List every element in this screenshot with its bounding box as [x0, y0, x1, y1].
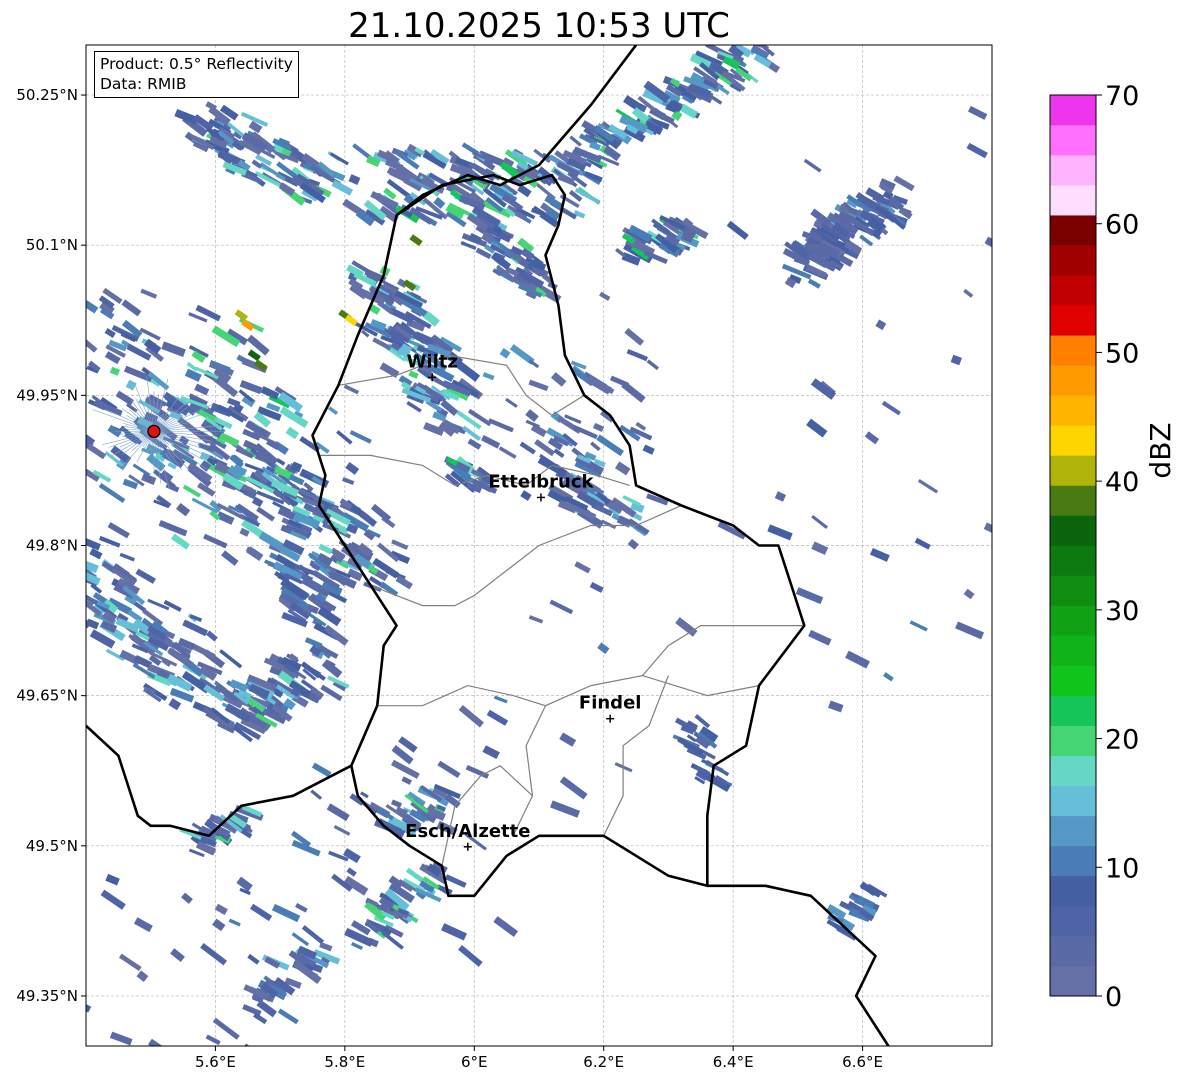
- colorbar-swatch: [1050, 95, 1096, 126]
- echo-cell: [53, 417, 76, 431]
- echo-cell: [60, 343, 86, 364]
- echo-cell: [31, 316, 44, 328]
- echo-cell: [79, 1046, 106, 1065]
- product-info-box: Product: 0.5° Reflectivity Data: RMIB: [94, 51, 299, 98]
- echo-cell: [86, 568, 87, 585]
- colorbar-swatch: [1050, 125, 1096, 156]
- colorbar-tick-label: 30: [1105, 596, 1139, 627]
- lat-tick-label: 49.8°N: [26, 537, 78, 555]
- echo-cell: [1005, 246, 1019, 259]
- colorbar-swatch: [1050, 395, 1096, 426]
- colorbar-swatch: [1050, 365, 1096, 396]
- echo-cell: [1036, 255, 1052, 268]
- city-label: Wiltz: [407, 351, 458, 372]
- lon-tick-label: 5.8°E: [324, 1053, 365, 1071]
- echo-cell: [61, 324, 86, 346]
- echo-cell: [1033, 302, 1049, 314]
- colorbar-swatch: [1050, 485, 1096, 516]
- lon-tick-label: 6°E: [461, 1053, 488, 1071]
- city-label: Ettelbruck: [488, 471, 594, 492]
- city-label: Esch/Alzette: [405, 821, 530, 842]
- lon-tick-label: 5.6°E: [195, 1053, 236, 1071]
- colorbar: 0 10 20 30 40 50 60 70 dBZ: [1049, 81, 1177, 1013]
- colorbar-swatch: [1050, 635, 1096, 666]
- colorbar-swatch: [1050, 305, 1096, 336]
- radar-figure: Wiltz Ettelbruck Findel Esch/Alzette 50.25°…: [16, 44, 1177, 1081]
- lat-tick-label: 49.5°N: [26, 837, 78, 855]
- lat-tick-label: 49.35°N: [16, 987, 78, 1005]
- colorbar-swatch: [1050, 785, 1096, 817]
- echo-cell: [60, 558, 85, 577]
- echo-cell: [28, 406, 40, 414]
- colorbar-swatch: [1050, 875, 1096, 907]
- lon-tick-label: 6.4°E: [713, 1053, 754, 1071]
- colorbar-swatch: [1050, 845, 1096, 877]
- colorbar-swatch: [1050, 425, 1096, 456]
- echo-cell: [34, 1065, 48, 1076]
- colorbar-tick-label: 50: [1105, 338, 1139, 369]
- colorbar-tick-label: 20: [1105, 725, 1139, 756]
- colorbar-swatch: [1050, 965, 1096, 997]
- colorbar-label: dBZ: [1144, 422, 1177, 478]
- echo-cell: [52, 356, 63, 366]
- data-source-label: Data: RMIB: [100, 75, 187, 93]
- colorbar-swatch: [1050, 725, 1096, 757]
- lon-tick-label: 6.2°E: [583, 1053, 624, 1071]
- echo-cell: [1025, 476, 1052, 498]
- colorbar-tick-label: 0: [1105, 982, 1122, 1013]
- city-label: Findel: [579, 693, 642, 714]
- echo-cell: [1005, 339, 1021, 351]
- colorbar-tick-label: 10: [1105, 853, 1139, 884]
- echo-cell: [20, 438, 40, 456]
- colorbar-swatch: [1050, 815, 1096, 847]
- echo-cell: [38, 273, 65, 293]
- colorbar-tick-label: 70: [1105, 81, 1139, 112]
- colorbar-swatch: [1050, 605, 1096, 636]
- colorbar-swatch: [1050, 215, 1096, 246]
- echo-cell: [29, 1022, 45, 1037]
- lon-tick-label: 6.6°E: [842, 1053, 883, 1071]
- colorbar-swatch: [1050, 185, 1096, 216]
- echo-cell: [67, 604, 79, 616]
- colorbar-swatch: [1050, 905, 1096, 937]
- echo-cell: [39, 366, 57, 377]
- lat-tick-label: 50.25°N: [16, 86, 78, 104]
- colorbar-tick-label: 60: [1105, 210, 1139, 241]
- colorbar-tick-label: 40: [1105, 467, 1139, 498]
- lat-tick-label: 50.1°N: [26, 236, 78, 254]
- colorbar-swatch: [1050, 245, 1096, 276]
- colorbar-swatch: [1050, 695, 1096, 726]
- product-label: Product: 0.5° Reflectivity: [100, 55, 293, 73]
- echo-cell: [18, 354, 31, 366]
- colorbar-swatch: [1050, 545, 1096, 576]
- echo-cell: [86, 365, 87, 380]
- colorbar-swatch: [1050, 455, 1096, 486]
- echo-cell: [84, 1077, 111, 1081]
- colorbar-swatch: [1050, 935, 1096, 967]
- echo-cell: [156, 1069, 165, 1076]
- colorbar-swatch: [1050, 665, 1096, 696]
- colorbar-swatch: [1050, 575, 1096, 606]
- colorbar-swatch: [1050, 155, 1096, 186]
- colorbar-swatch: [1050, 515, 1096, 546]
- echo-cell: [72, 623, 85, 631]
- colorbar-swatch: [1050, 755, 1096, 787]
- lat-tick-label: 49.95°N: [16, 386, 78, 404]
- colorbar-swatch: [1050, 275, 1096, 306]
- echo-cell: [1095, 301, 1113, 313]
- lat-tick-label: 49.65°N: [16, 687, 78, 705]
- radar-site-marker: [147, 424, 161, 439]
- echo-cell: [36, 1040, 57, 1055]
- colorbar-swatch: [1050, 335, 1096, 366]
